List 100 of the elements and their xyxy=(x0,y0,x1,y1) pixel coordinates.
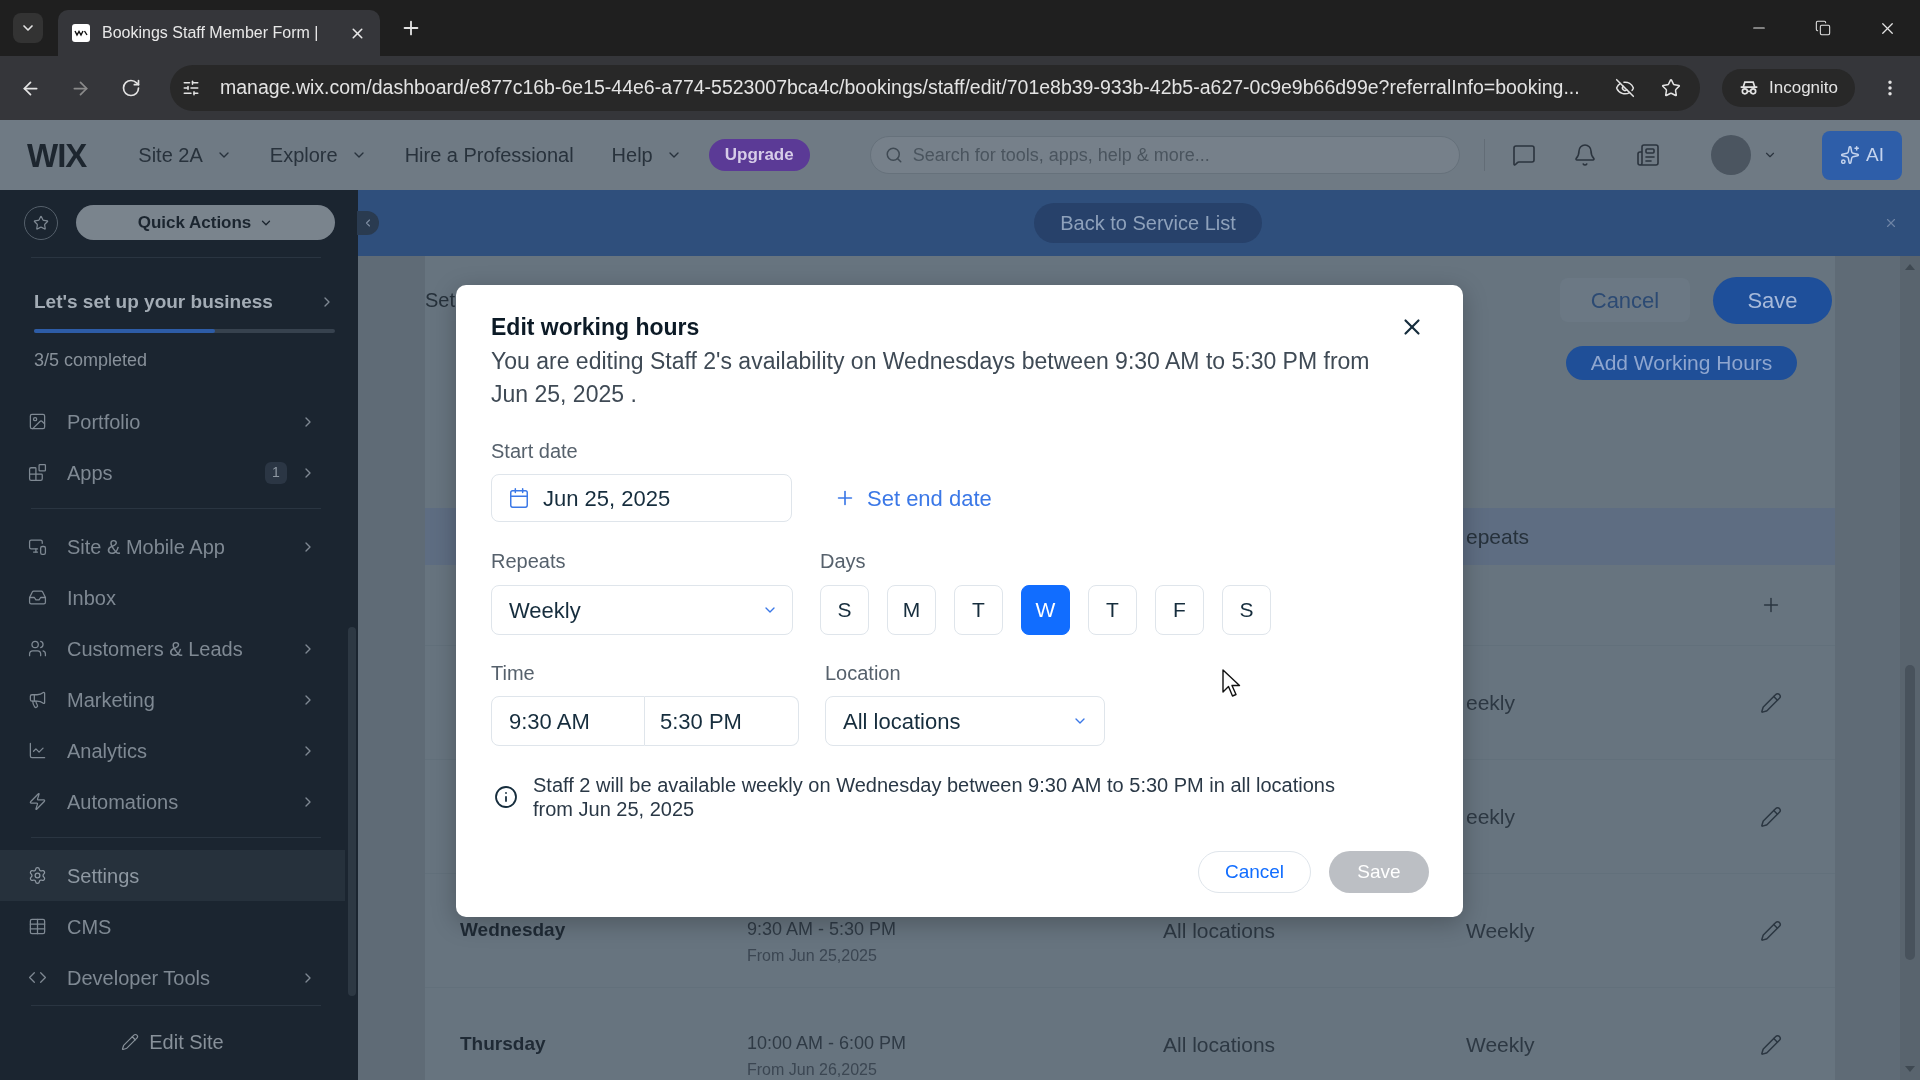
eye-off-icon[interactable] xyxy=(1615,78,1635,98)
sidebar-item[interactable]: Settings xyxy=(0,850,345,901)
field-label: Location xyxy=(825,661,901,686)
table-icon xyxy=(28,917,47,936)
scroll-down-arrow-icon[interactable] xyxy=(1905,1066,1915,1072)
edit-site-button[interactable]: Edit Site xyxy=(121,1029,224,1055)
calendar-icon xyxy=(508,487,530,509)
pencil-icon[interactable] xyxy=(1760,805,1782,828)
info-icon xyxy=(494,785,518,809)
sidebar-item[interactable]: Developer Tools xyxy=(0,952,345,1003)
sidebar-item[interactable]: Apps 1 xyxy=(0,447,345,498)
day-toggle[interactable]: F xyxy=(1155,585,1204,635)
sidebar-item[interactable]: Analytics xyxy=(0,725,345,776)
quick-actions-button[interactable]: Quick Actions xyxy=(76,205,335,240)
tab-list-button[interactable] xyxy=(13,13,43,43)
day-toggle[interactable]: M xyxy=(887,585,936,635)
date-field[interactable]: Jun 25, 2025 xyxy=(491,474,792,522)
site-favicon-icon xyxy=(72,24,90,42)
field-label: Repeats xyxy=(491,550,566,572)
search-icon xyxy=(884,146,903,164)
field-label: Time xyxy=(491,662,535,684)
cancel-button[interactable]: Cancel xyxy=(1198,851,1311,893)
day-toggle[interactable]: W xyxy=(1021,585,1070,635)
start-time-field[interactable]: 9:30 AM xyxy=(491,696,645,746)
collapse-sidebar-button[interactable] xyxy=(357,211,379,235)
day-toggle[interactable]: T xyxy=(954,585,1003,635)
picture-icon xyxy=(28,412,47,431)
incognito-badge[interactable]: Incognito xyxy=(1722,69,1855,107)
time-range: 9:30 AM - 5:30 PM xyxy=(747,917,897,941)
scroll-up-arrow-icon[interactable] xyxy=(1905,264,1915,270)
sidebar-item[interactable]: Inbox xyxy=(0,572,345,623)
avatar[interactable] xyxy=(1710,135,1751,175)
sidebar-item[interactable]: Customers & Leads xyxy=(0,623,345,674)
dialog-description: You are editing Staff 2's availability on Wednesdays between 9:30 AM to 5:30 PM from Jun 25, 2025 . xyxy=(491,347,1371,409)
page-title: Set xyxy=(425,288,456,313)
pencil-icon[interactable] xyxy=(1760,919,1782,942)
logo[interactable]: WIX xyxy=(27,138,87,172)
repeat-text: Weekly xyxy=(1466,1032,1535,1056)
blocks-icon xyxy=(28,463,47,482)
field-label: Days xyxy=(820,549,866,574)
end-time-field[interactable]: 5:30 PM xyxy=(645,696,799,746)
day-toggle[interactable]: T xyxy=(1088,585,1137,635)
setup-progress-link[interactable]: Let's set up your business xyxy=(34,289,335,315)
save-button[interactable]: Save xyxy=(1713,276,1832,324)
mouse-pointer-icon xyxy=(1222,669,1241,698)
field-label: Start date xyxy=(491,439,578,463)
location-dropdown[interactable]: All locations xyxy=(825,696,1105,746)
repeat-text: eekly xyxy=(1466,690,1516,714)
column-header: epeats xyxy=(1466,523,1530,550)
sidebar-item[interactable]: Automations xyxy=(0,776,345,827)
nav-menu-item[interactable]: Explore xyxy=(269,140,367,170)
dialog-title: Edit working hours xyxy=(491,313,700,342)
count-badge: 1 xyxy=(265,461,287,484)
newspaper-icon[interactable] xyxy=(1635,143,1660,167)
inbox-icon xyxy=(28,588,47,607)
day-label: Thursday xyxy=(460,1033,546,1055)
time-range: 10:00 AM - 6:00 PM xyxy=(747,1031,907,1055)
repeats-dropdown[interactable]: Weekly xyxy=(491,585,793,635)
sparkle-icon xyxy=(1840,145,1860,165)
day-toggle[interactable]: S xyxy=(820,585,869,635)
star-icon xyxy=(33,214,49,231)
set-end-date-link[interactable]: Set end date xyxy=(834,481,992,515)
availability-summary: Staff 2 will be available weekly on Wednesday between 9:30 AM to 5:30 PM in all locations from Jun 25, 2025 xyxy=(533,773,1336,821)
settings-icon xyxy=(28,866,47,885)
line-chart-icon xyxy=(28,741,47,760)
browser-tab[interactable]: Bookings Staff Member Form | xyxy=(58,10,380,56)
megaphone-icon xyxy=(28,690,47,709)
bell-icon[interactable] xyxy=(1572,143,1597,167)
upgrade-button[interactable]: Upgrade xyxy=(708,139,810,171)
lightning-icon xyxy=(28,792,47,811)
scrollbar[interactable] xyxy=(1900,256,1920,1080)
pencil-icon xyxy=(121,1033,140,1051)
monitor-phone-icon xyxy=(28,537,47,556)
sidebar-item[interactable]: Site & Mobile App xyxy=(0,521,345,572)
restore-icon[interactable] xyxy=(1815,20,1831,36)
address-bar[interactable]: manage.wix.com/dashboard/e877c16b-6e15-44e6-a774-5523007bca4c/bookings/staff/edit/701e8b39-933b-42b5-a627-0c9e9b66d99e?referralInfo=booking... xyxy=(170,65,1700,111)
incognito-icon xyxy=(1739,78,1759,98)
day-label: Wednesday xyxy=(460,919,566,941)
location-text: All locations xyxy=(1163,918,1276,942)
pencil-icon[interactable] xyxy=(1760,691,1782,714)
nav-menu-item[interactable]: Hire a Professional xyxy=(404,140,574,170)
people-icon xyxy=(28,639,47,658)
nav-menu-item[interactable]: Help xyxy=(611,140,682,170)
sidebar-item[interactable]: Portfolio xyxy=(0,396,345,447)
reload-icon[interactable] xyxy=(121,78,141,98)
repeat-text: Weekly xyxy=(1466,918,1535,942)
chat-icon[interactable] xyxy=(1511,143,1536,167)
sidebar-item[interactable]: CMS xyxy=(0,901,345,952)
ai-button[interactable]: AI xyxy=(1822,130,1902,180)
pencil-icon[interactable] xyxy=(1760,1033,1782,1056)
day-toggle[interactable]: S xyxy=(1222,585,1271,635)
repeat-text: eekly xyxy=(1466,804,1516,828)
site-info-icon[interactable] xyxy=(182,79,200,97)
back-to-service-list-button[interactable]: Back to Service List xyxy=(1034,203,1262,243)
star-icon[interactable] xyxy=(1661,78,1681,98)
nav-menu-item[interactable]: Site 2A xyxy=(138,140,232,170)
sidebar-item[interactable]: Marketing xyxy=(0,674,345,725)
add-working-hours-button[interactable]: Add Working Hours xyxy=(1566,346,1797,380)
progress-text: 3/5 completed xyxy=(34,349,149,371)
location-text: All locations xyxy=(1163,1032,1276,1056)
